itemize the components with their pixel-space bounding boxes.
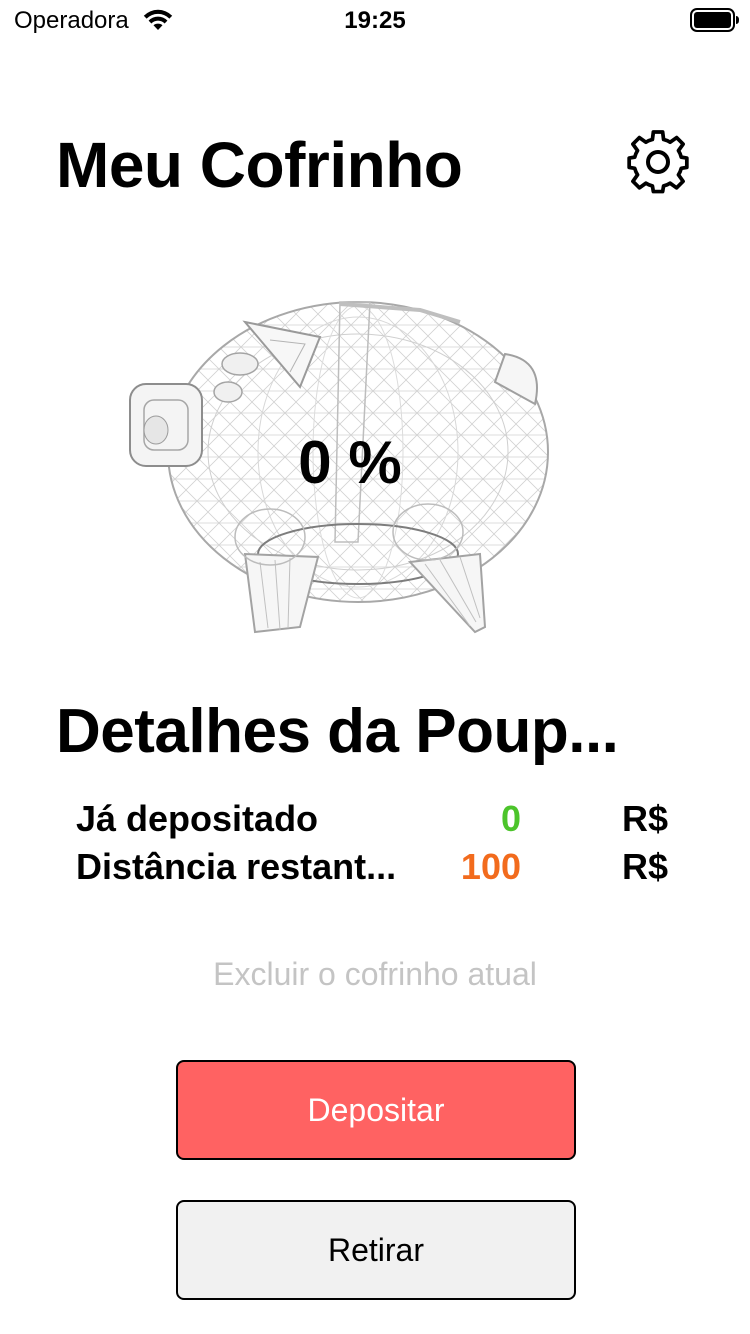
clock: 19:25 <box>344 7 406 34</box>
battery-icon <box>690 8 739 32</box>
deposited-currency: R$ <box>622 798 669 839</box>
delete-piggy-bank-button[interactable]: Excluir o cofrinho atual <box>0 956 750 993</box>
gear-icon[interactable] <box>624 128 692 196</box>
deposit-button[interactable]: Depositar <box>176 1060 576 1160</box>
details-title: Detalhes da Poup... <box>56 697 619 766</box>
deposited-value: 0 <box>500 798 521 839</box>
page-title: Meu Cofrinho <box>56 129 463 201</box>
remaining-value: 100 <box>460 846 521 887</box>
remaining-currency: R$ <box>622 846 669 887</box>
progress-percent: 0 % <box>298 429 402 496</box>
deposited-row: Já depositado 0 R$ <box>76 798 686 842</box>
status-bar: Operadora 19:25 <box>0 0 750 40</box>
withdraw-button[interactable]: Retirar <box>176 1200 576 1300</box>
deposited-label: Já depositado <box>76 798 319 839</box>
remaining-row: Distância restant... 100 R$ <box>76 846 686 890</box>
remaining-label: Distância restant... <box>76 846 397 887</box>
